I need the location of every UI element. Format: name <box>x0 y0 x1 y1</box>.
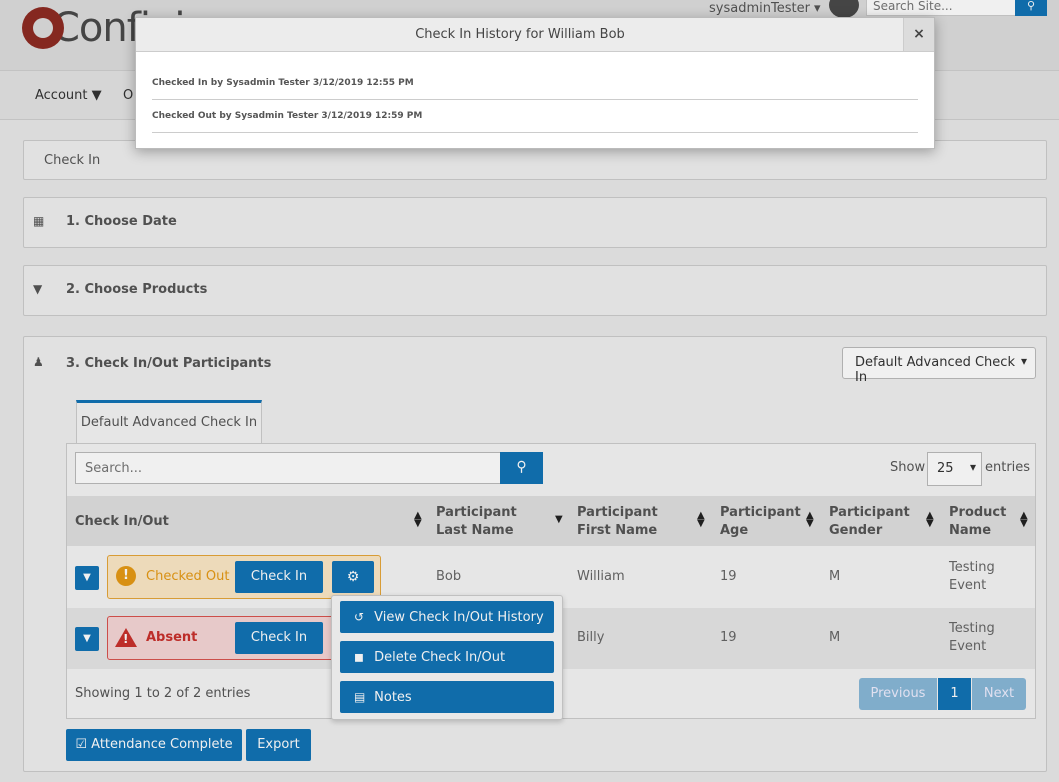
history-divider <box>152 99 918 100</box>
modal-header: Check In History for William Bob × <box>136 18 934 52</box>
history-divider <box>152 132 918 133</box>
modal-title: Check In History for William Bob <box>415 27 625 42</box>
history-entry: Checked Out by Sysadmin Tester 3/12/2019… <box>152 111 423 121</box>
history-entry: Checked In by Sysadmin Tester 3/12/2019 … <box>152 78 414 88</box>
check-in-history-modal: Check In History for William Bob × Check… <box>135 17 935 149</box>
close-icon[interactable]: × <box>903 18 934 51</box>
